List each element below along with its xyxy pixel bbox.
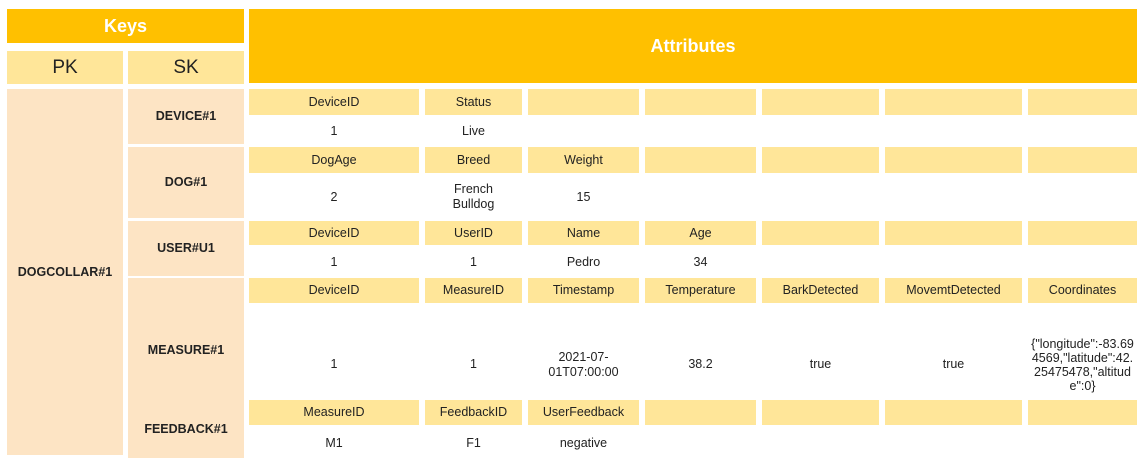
attribute-value-cell	[762, 428, 879, 458]
attribute-value-cell: M1	[249, 428, 419, 458]
attribute-name-cell: Coordinates	[1028, 278, 1137, 303]
attribute-value-cell: 2	[249, 176, 419, 218]
attribute-value-cell: Live	[425, 118, 522, 144]
attribute-value-cell: French Bulldog	[443, 176, 504, 218]
attribute-name-cell: Timestamp	[528, 278, 639, 303]
attribute-name-cell	[645, 400, 756, 425]
attribute-value-cell	[645, 118, 756, 144]
keys-header: Keys	[7, 9, 244, 43]
attribute-value-cell	[645, 176, 756, 218]
dynamodb-table-diagram: Keys Attributes PK SK DOGCOLLAR#1 DEVICE…	[0, 0, 1143, 465]
attribute-value-cell	[528, 118, 639, 144]
attribute-name-cell	[762, 147, 879, 173]
attribute-name-cell: FeedbackID	[425, 400, 522, 425]
attribute-name-cell	[762, 221, 879, 245]
attribute-name-cell: Weight	[528, 147, 639, 173]
attribute-name-cell: MeasureID	[249, 400, 419, 425]
attribute-name-cell	[1028, 400, 1137, 425]
attribute-name-cell	[1028, 147, 1137, 173]
attribute-value-cell	[885, 428, 1022, 458]
attribute-value-cell	[762, 248, 879, 276]
sk-header: SK	[128, 51, 244, 84]
attribute-name-cell: MovemtDetected	[885, 278, 1022, 303]
attribute-value-cell	[1028, 248, 1137, 276]
attribute-value-cell	[1028, 118, 1137, 144]
attribute-name-cell	[645, 89, 756, 115]
pk-header: PK	[7, 51, 123, 84]
sk-cell: DEVICE#1	[128, 89, 244, 144]
attribute-name-cell: Age	[645, 221, 756, 245]
attribute-value-cell	[645, 428, 756, 458]
attribute-name-cell	[1028, 221, 1137, 245]
attribute-value-cell: Pedro	[528, 248, 639, 276]
attribute-value-cell: 15	[528, 176, 639, 218]
attribute-value-cell	[762, 176, 879, 218]
sk-cell: USER#U1	[128, 221, 244, 276]
attribute-name-cell: Temperature	[645, 278, 756, 303]
attribute-name-cell	[762, 89, 879, 115]
sk-cell: DOG#1	[128, 147, 244, 218]
attribute-name-cell: Breed	[425, 147, 522, 173]
attribute-value-cell: 1	[249, 118, 419, 144]
attribute-name-cell	[1028, 89, 1137, 115]
attribute-value-cell	[885, 248, 1022, 276]
attribute-name-cell: BarkDetected	[762, 278, 879, 303]
attribute-name-cell: UserID	[425, 221, 522, 245]
attribute-value-cell: F1	[425, 428, 522, 458]
attribute-name-cell	[645, 147, 756, 173]
pk-cell: DOGCOLLAR#1	[7, 89, 123, 455]
attribute-value-cell: 1	[249, 248, 419, 276]
attribute-value-cell: negative	[528, 428, 639, 458]
attribute-name-cell	[885, 400, 1022, 425]
attribute-value-cell: 34	[645, 248, 756, 276]
attribute-value-cell	[885, 118, 1022, 144]
attribute-value-cell	[1028, 428, 1137, 458]
attribute-value-cell: 1	[425, 248, 522, 276]
attribute-name-cell	[885, 89, 1022, 115]
attribute-name-cell: DeviceID	[249, 89, 419, 115]
sk-cell: FEEDBACK#1	[128, 400, 244, 458]
attribute-value-cell	[885, 176, 1022, 218]
attribute-name-cell	[885, 147, 1022, 173]
attribute-name-cell: DeviceID	[249, 278, 419, 303]
attribute-name-cell: Status	[425, 89, 522, 115]
attribute-name-cell: DogAge	[249, 147, 419, 173]
attribute-name-cell	[885, 221, 1022, 245]
attribute-name-cell	[762, 400, 879, 425]
attribute-value-cell	[1028, 176, 1137, 218]
attribute-name-cell: Name	[528, 221, 639, 245]
attribute-name-cell: MeasureID	[425, 278, 522, 303]
attribute-value-cell	[762, 118, 879, 144]
attribute-name-cell: UserFeedback	[528, 400, 639, 425]
attributes-header: Attributes	[249, 9, 1137, 83]
attribute-name-cell	[528, 89, 639, 115]
attribute-name-cell: DeviceID	[249, 221, 419, 245]
